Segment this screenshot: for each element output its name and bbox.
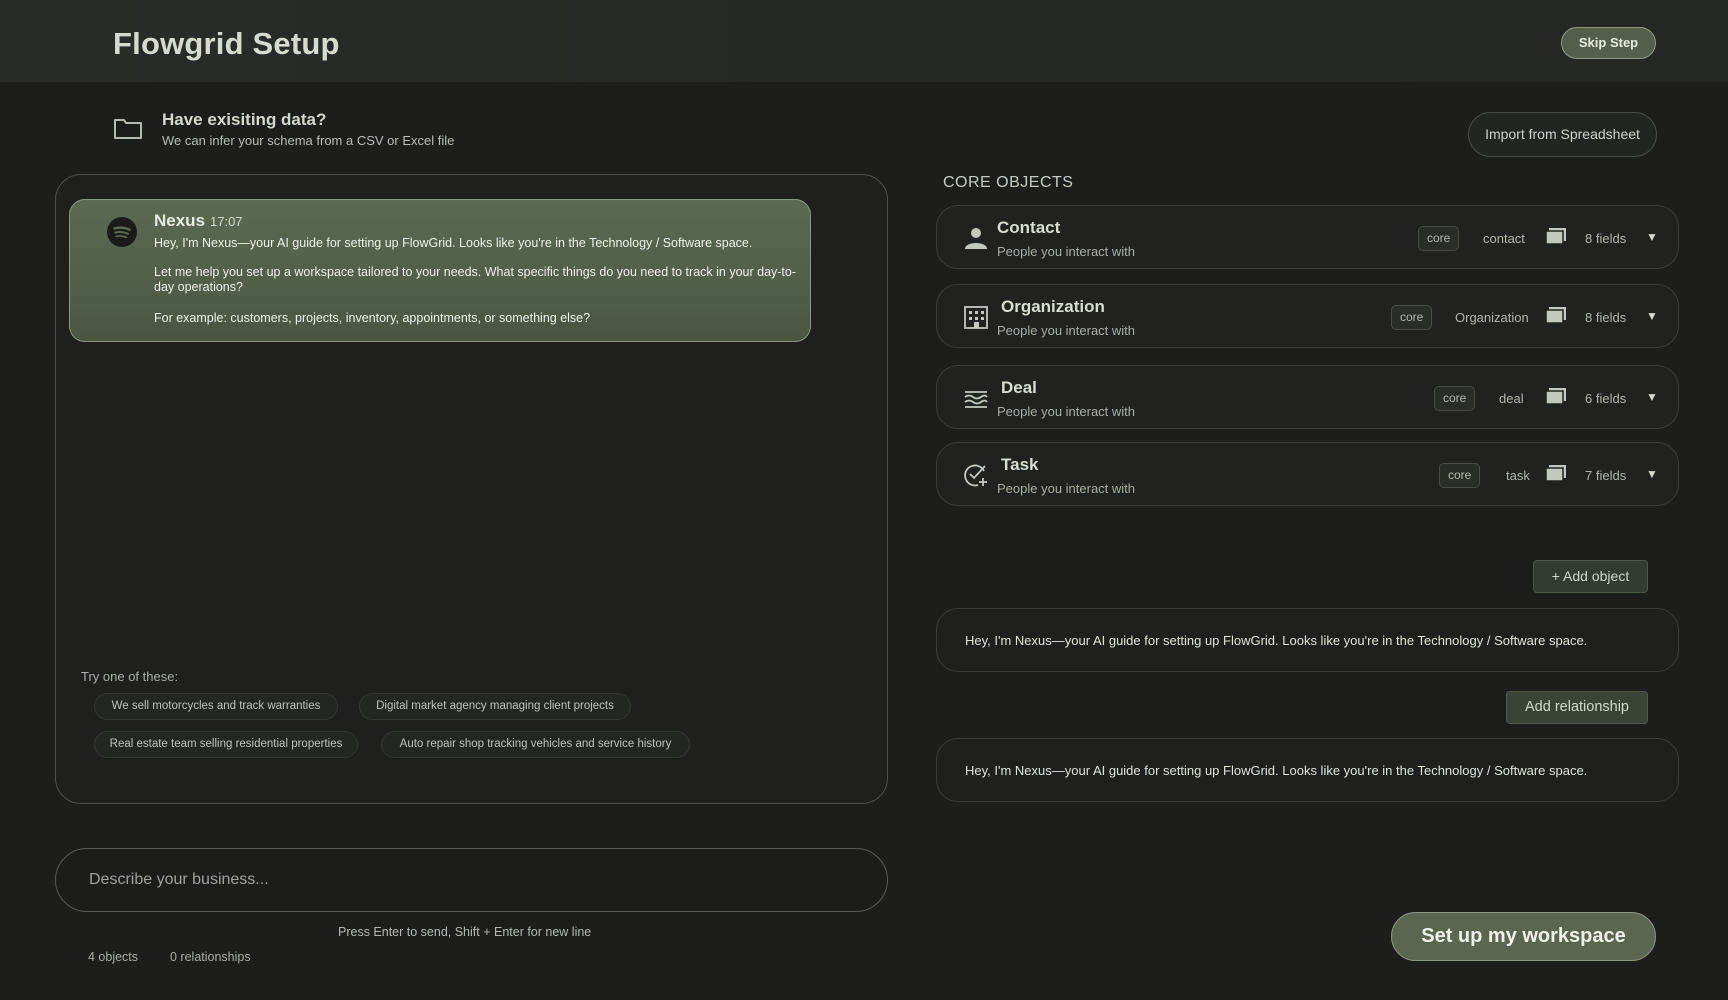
object-key: Organization <box>1455 310 1529 325</box>
add-object-button[interactable]: + Add object <box>1533 560 1648 593</box>
relationships-count: 0 relationships <box>170 950 251 964</box>
object-fields-count: 7 fields <box>1585 468 1627 483</box>
import-title: Have exisiting data? <box>162 110 327 129</box>
object-key: task <box>1506 468 1530 483</box>
message-sender: Nexus <box>154 211 206 230</box>
object-fields-count: 6 fields <box>1585 391 1627 406</box>
object-description: People you interact with <box>997 323 1136 338</box>
business-description-input[interactable] <box>89 871 829 889</box>
object-description: People you interact with <box>997 481 1136 496</box>
expand-chevron-icon[interactable]: ▼ <box>1646 309 1658 323</box>
object-fields-count: 8 fields <box>1585 231 1627 246</box>
object-core-badge: core <box>1434 386 1476 411</box>
nexus-info-card: Hey, I'm Nexus—your AI guide for setting… <box>936 738 1679 802</box>
object-card-task[interactable]: Task People you interact with core task … <box>936 442 1679 506</box>
expand-chevron-icon[interactable]: ▼ <box>1646 230 1658 244</box>
object-card-deal[interactable]: Deal People you interact with core deal … <box>936 365 1679 429</box>
composer-box <box>55 848 888 912</box>
object-description: People you interact with <box>997 244 1136 259</box>
object-name: Deal <box>1001 378 1037 397</box>
setup-workspace-button[interactable]: Set up my workspace <box>1391 912 1656 961</box>
suggestions-label: Try one of these: <box>81 669 179 684</box>
message-text-line-2: Let me help you set up a workspace tailo… <box>154 265 797 294</box>
person-icon <box>965 228 987 249</box>
message-text-line-1: Hey, I'm Nexus—your AI guide for setting… <box>154 236 753 250</box>
object-name: Contact <box>997 218 1061 237</box>
suggestion-chip[interactable]: Real estate team selling residential pro… <box>94 731 358 758</box>
object-key: deal <box>1499 391 1524 406</box>
message-text-line-3: For example: customers, projects, invent… <box>154 311 591 325</box>
object-card-contact[interactable]: Contact People you interact with core co… <box>936 205 1679 269</box>
fields-stack-icon <box>1545 228 1566 245</box>
suggestion-chip[interactable]: Auto repair shop tracking vehicles and s… <box>381 731 690 758</box>
fields-stack-icon <box>1545 388 1566 405</box>
core-objects-heading: CORE OBJECTS <box>943 174 1074 191</box>
message-time: 17:07 <box>210 214 243 229</box>
object-description: People you interact with <box>997 404 1136 419</box>
object-core-badge: core <box>1439 463 1481 488</box>
object-core-badge: core <box>1391 305 1433 330</box>
objects-count: 4 objects <box>88 950 139 964</box>
task-check-icon <box>964 464 987 487</box>
nexus-info-card: Hey, I'm Nexus—your AI guide for setting… <box>936 608 1679 672</box>
composer-hint: Press Enter to send, Shift + Enter for n… <box>338 925 592 939</box>
object-card-organization[interactable]: Organization People you interact with co… <box>936 284 1679 348</box>
fields-stack-icon <box>1545 307 1566 324</box>
object-core-badge: core <box>1418 226 1460 251</box>
assistant-avatar-icon <box>107 217 137 247</box>
object-fields-count: 8 fields <box>1585 310 1627 325</box>
suggestion-chip[interactable]: We sell motorcycles and track warranties <box>94 693 338 720</box>
expand-chevron-icon[interactable]: ▼ <box>1646 390 1658 404</box>
import-subtitle: We can infer your schema from a CSV or E… <box>162 133 455 148</box>
suggestion-chip[interactable]: Digital market agency managing client pr… <box>359 693 631 720</box>
waves-icon <box>964 391 988 408</box>
object-key: contact <box>1483 231 1525 246</box>
object-name: Task <box>1001 455 1039 474</box>
import-spreadsheet-button[interactable]: Import from Spreadsheet <box>1468 112 1657 157</box>
fields-stack-icon <box>1545 465 1566 482</box>
folder-icon <box>114 119 142 139</box>
page-title: Flowgrid Setup <box>113 26 340 61</box>
add-relationship-button[interactable]: Add relationship <box>1506 691 1648 724</box>
building-icon <box>964 306 988 329</box>
expand-chevron-icon[interactable]: ▼ <box>1646 467 1658 481</box>
skip-step-button[interactable]: Skip Step <box>1561 27 1656 59</box>
object-name: Organization <box>1001 297 1105 316</box>
